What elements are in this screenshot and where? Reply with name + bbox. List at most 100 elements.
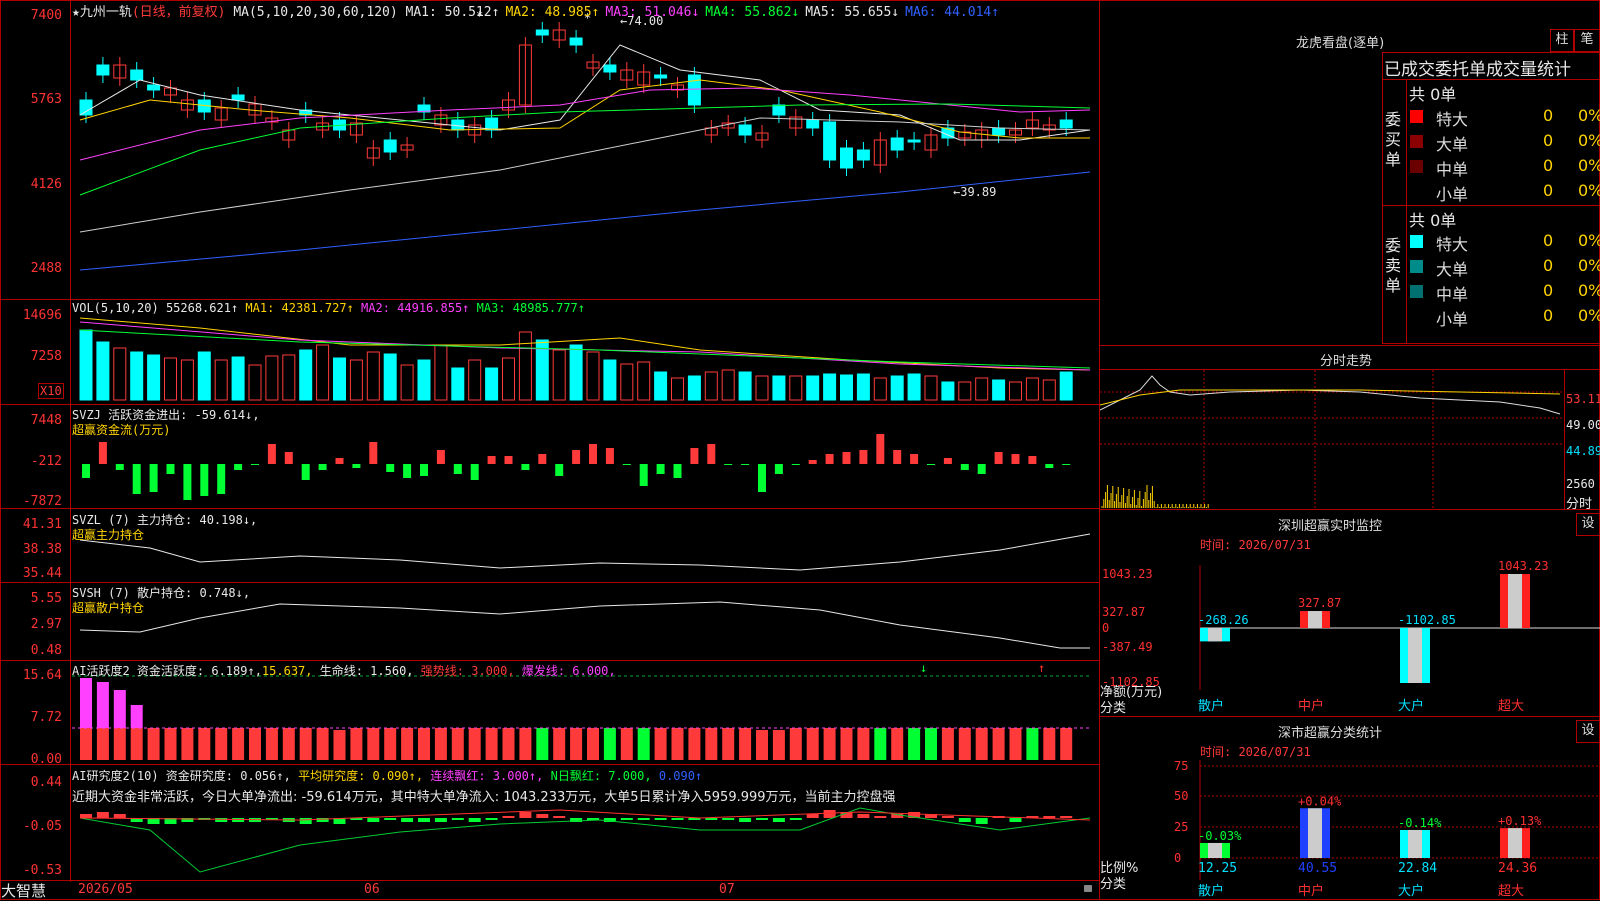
high-price-note: ←74.00 (620, 14, 664, 28)
monitor-bar-value: 327.87 (1298, 596, 1341, 610)
candle-body (231, 94, 245, 101)
vol-label: VOL(5,10,20) (72, 301, 159, 315)
activity-bar (603, 728, 616, 760)
activity-bar (451, 728, 464, 760)
candle-body (738, 124, 752, 136)
vol-bar (637, 361, 651, 401)
vol-bar (704, 371, 718, 401)
vol-bar (180, 359, 194, 401)
scroll-lock-icon[interactable] (1084, 885, 1092, 892)
date-label: 07 (719, 882, 735, 897)
vol-bar (603, 359, 617, 401)
activity-bar (249, 728, 261, 760)
activity-bar (857, 728, 870, 760)
class-bar-value: 40.55 (1298, 861, 1337, 876)
research-line (79, 807, 1091, 873)
class-bar-value: 22.84 (1398, 861, 1437, 876)
research-bar (739, 818, 752, 822)
class-bar-change: -0.14% (1398, 816, 1442, 830)
class-bar-highlight (1408, 829, 1422, 858)
fund-flow-bar (521, 464, 530, 470)
vol-bar (383, 353, 397, 401)
fund-flow-bar (403, 464, 412, 478)
fund-flow-bar (994, 452, 1003, 464)
fund-flow-bar (1062, 464, 1071, 465)
class-bar-change: +0.04% (1298, 794, 1342, 808)
vol-bar (434, 344, 448, 401)
fund-flow-bar (774, 464, 783, 474)
favorite-star-icon[interactable]: ★ (72, 5, 80, 20)
vol-bar (569, 344, 583, 401)
activity-bar (620, 728, 633, 760)
monitor-y-label: 0 (1102, 621, 1109, 635)
ma-value-4: MA4: 55.862↓ (705, 5, 800, 20)
fund-flow-bar (859, 450, 868, 464)
vol-y-label: 14696 (22, 308, 62, 323)
ma5-line (79, 117, 1091, 233)
vol-ma2: MA2: 44916.855↑ (361, 301, 470, 315)
vol-bar (654, 371, 668, 401)
vol-bar (671, 377, 684, 401)
activity-bar (333, 730, 346, 760)
vol-bar (890, 375, 904, 401)
activity-bar (536, 728, 549, 760)
svzj-y-label: -212 (30, 454, 62, 469)
fund-flow-bar (132, 464, 141, 494)
vol-bar (1042, 379, 1056, 401)
vol-bar (502, 357, 515, 401)
svzl-y-label: 41.31 (22, 517, 62, 532)
sell-signal-icon: ↓ (920, 661, 927, 675)
research-bar (772, 818, 785, 822)
activity-bar (96, 682, 109, 728)
ai1-y-label: 7.72 (30, 710, 62, 725)
research-bar (502, 816, 515, 818)
monitor-bar-highlight (1408, 628, 1422, 683)
activity-bar (519, 728, 532, 760)
ai2-y-label: 0.44 (30, 775, 62, 790)
main-position-line (79, 533, 1091, 571)
svsh-sub: 超赢散户持仓 (72, 601, 145, 615)
ai2-avg: 平均研究度: 0.090↑, (298, 769, 424, 783)
activity-bar (96, 728, 109, 760)
kline-y-label: 2488 (30, 261, 62, 276)
candle-body (992, 127, 1006, 136)
stock-name[interactable]: 九州一轨 (80, 5, 132, 20)
activity-bar (654, 728, 667, 760)
monitor-category: 大户 (1398, 698, 1424, 714)
research-bar (485, 818, 498, 820)
fund-flow-bar (758, 464, 766, 492)
research-bar (215, 818, 228, 822)
research-bar (1043, 816, 1056, 818)
vol-bar (96, 341, 110, 401)
research-bar (519, 812, 532, 818)
vol-bar (755, 375, 769, 401)
activity-bar (739, 728, 752, 760)
vol-bar (197, 351, 211, 401)
vol-bar (586, 351, 600, 401)
fund-flow-bar (369, 442, 378, 464)
activity-bar (215, 728, 228, 760)
kline-chart-canvas[interactable]: * *↓ ↑ (0, 0, 1100, 900)
activity-bar (434, 728, 447, 760)
avg-research-line (79, 809, 1091, 821)
research-bar (451, 818, 464, 820)
ma-value-2: MA2: 48.985↑ (505, 5, 600, 20)
candle-body (96, 64, 110, 76)
period-label[interactable]: (日线，前复权) (132, 5, 226, 20)
ma-label: MA(5,10,20,30,60,120) (233, 5, 398, 20)
kline-y-label: 5763 (30, 92, 62, 107)
fund-flow-bar (656, 464, 665, 474)
vol-header: VOL(5,10,20) 55268.621↑ MA1: 42381.727↑ … (72, 301, 585, 315)
ma-value-5: MA5: 55.655↓ (805, 5, 900, 20)
monitor-y-label: -1102.85 (1102, 675, 1160, 689)
activity-bar (198, 728, 211, 760)
ai2-label: AI研究度2(10) 资金研究度: 0.056↑, (72, 769, 291, 783)
fund-flow-bar (470, 464, 479, 480)
research-bar (536, 814, 549, 818)
fund-flow-bar (977, 464, 986, 474)
class-category: 超大 (1498, 884, 1524, 899)
vol-bar (333, 357, 346, 401)
activity-bar (553, 728, 566, 760)
activity-bar (637, 728, 650, 760)
vol-bar (552, 349, 566, 401)
